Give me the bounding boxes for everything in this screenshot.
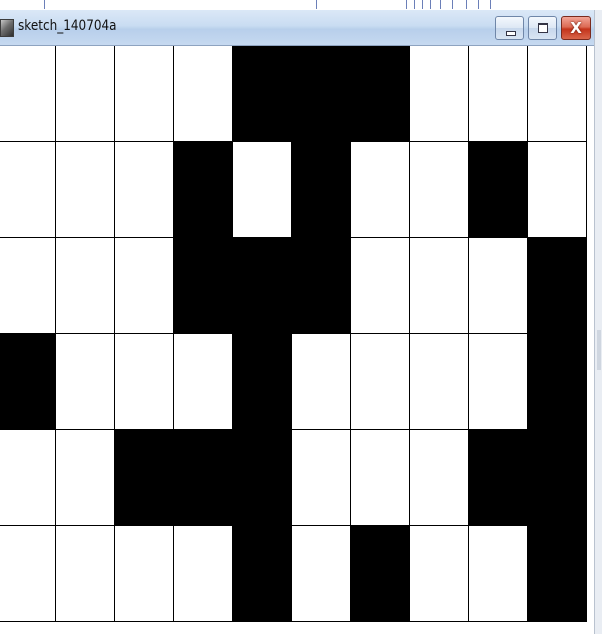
grid-cell-empty[interactable]: [115, 142, 174, 238]
grid-cell-filled[interactable]: [292, 46, 351, 142]
minimize-button[interactable]: [495, 16, 524, 40]
background-window-tick: [490, 0, 491, 9]
grid-cell-empty[interactable]: [351, 334, 410, 430]
grid-cell-empty[interactable]: [292, 526, 351, 622]
grid-cell-empty[interactable]: [115, 46, 174, 142]
grid-cell-empty[interactable]: [292, 334, 351, 430]
grid-cell-filled[interactable]: [469, 430, 528, 526]
grid-cell-empty[interactable]: [292, 430, 351, 526]
background-window-tick: [422, 0, 423, 9]
grid-cell-filled[interactable]: [351, 526, 410, 622]
grid-cell-filled[interactable]: [528, 526, 587, 622]
grid-cell-filled[interactable]: [528, 238, 587, 334]
sketch-canvas[interactable]: [0, 46, 594, 634]
grid-cell-filled[interactable]: [469, 142, 528, 238]
minimize-icon: [506, 31, 516, 36]
grid-cell-empty[interactable]: [469, 238, 528, 334]
grid-cell-filled[interactable]: [292, 142, 351, 238]
sketch-window[interactable]: sketch_140704a X: [0, 10, 594, 634]
grid-cell-filled[interactable]: [233, 430, 292, 526]
grid-cell-filled[interactable]: [351, 46, 410, 142]
grid-cell-empty[interactable]: [56, 46, 115, 142]
grid-cell-empty[interactable]: [469, 526, 528, 622]
maximize-button[interactable]: [528, 16, 557, 40]
grid-cell-filled[interactable]: [0, 334, 56, 430]
grid-cell-empty[interactable]: [0, 46, 56, 142]
grid-cell-empty[interactable]: [0, 526, 56, 622]
grid-cell-filled[interactable]: [233, 526, 292, 622]
grid-cell-empty[interactable]: [115, 334, 174, 430]
grid-cell-filled[interactable]: [292, 238, 351, 334]
background-window-tick: [440, 0, 441, 9]
window-title: sketch_140704a: [18, 18, 117, 34]
grid-cell-empty[interactable]: [56, 526, 115, 622]
grid-row: [0, 526, 587, 622]
background-window-notch: [597, 330, 601, 370]
close-icon: X: [570, 19, 582, 37]
grid-cell-filled[interactable]: [233, 46, 292, 142]
grid-cell-empty[interactable]: [115, 238, 174, 334]
grid-row: [0, 238, 587, 334]
grid-cell-empty[interactable]: [469, 334, 528, 430]
grid-row: [0, 46, 587, 142]
maximize-icon: [538, 23, 548, 33]
grid-cell-empty[interactable]: [528, 142, 587, 238]
background-window-tick: [44, 0, 45, 9]
grid-cell-empty[interactable]: [0, 142, 56, 238]
close-button[interactable]: X: [561, 16, 591, 40]
desktop: sketch_140704a X: [0, 0, 602, 634]
grid-cell-empty[interactable]: [56, 334, 115, 430]
window-titlebar[interactable]: sketch_140704a X: [0, 10, 594, 46]
grid-row: [0, 430, 587, 526]
grid-cell-empty[interactable]: [410, 526, 469, 622]
grid-cell-empty[interactable]: [351, 430, 410, 526]
background-window-right-edge: [594, 10, 602, 634]
grid-cell-empty[interactable]: [351, 142, 410, 238]
background-window-tick: [430, 0, 431, 9]
grid-cell-filled[interactable]: [174, 238, 233, 334]
grid-cell-empty[interactable]: [174, 526, 233, 622]
grid-cell-empty[interactable]: [469, 46, 528, 142]
grid-cell-filled[interactable]: [115, 430, 174, 526]
background-window-tick: [406, 0, 407, 9]
processing-app-icon[interactable]: [0, 19, 14, 37]
grid-cell-empty[interactable]: [528, 46, 587, 142]
grid-cell-empty[interactable]: [0, 430, 56, 526]
grid-cell-empty[interactable]: [410, 430, 469, 526]
grid-cell-empty[interactable]: [0, 238, 56, 334]
grid-cell-empty[interactable]: [115, 526, 174, 622]
grid-cell-filled[interactable]: [528, 430, 587, 526]
grid-cell-empty[interactable]: [351, 238, 410, 334]
grid-cell-empty[interactable]: [410, 238, 469, 334]
grid-cell-empty[interactable]: [410, 142, 469, 238]
grid-row: [0, 142, 587, 238]
grid-cell-empty[interactable]: [410, 46, 469, 142]
grid-cell-empty[interactable]: [56, 430, 115, 526]
grid-cell-filled[interactable]: [528, 334, 587, 430]
grid-cell-filled[interactable]: [233, 334, 292, 430]
grid-cell-empty[interactable]: [410, 334, 469, 430]
background-window-tick: [452, 0, 453, 9]
grid-cell-empty[interactable]: [56, 238, 115, 334]
grid-cell-filled[interactable]: [174, 430, 233, 526]
background-window-tick: [414, 0, 415, 9]
grid-cell-empty[interactable]: [174, 334, 233, 430]
grid-cell-empty[interactable]: [56, 142, 115, 238]
grid-cell-filled[interactable]: [233, 238, 292, 334]
grid-cell-filled[interactable]: [174, 142, 233, 238]
background-window-tick: [466, 0, 467, 9]
grid-cell-empty[interactable]: [233, 142, 292, 238]
background-window-tick: [316, 0, 317, 9]
background-window-tick: [478, 0, 479, 9]
grid-cell-empty[interactable]: [174, 46, 233, 142]
grid-row: [0, 334, 587, 430]
